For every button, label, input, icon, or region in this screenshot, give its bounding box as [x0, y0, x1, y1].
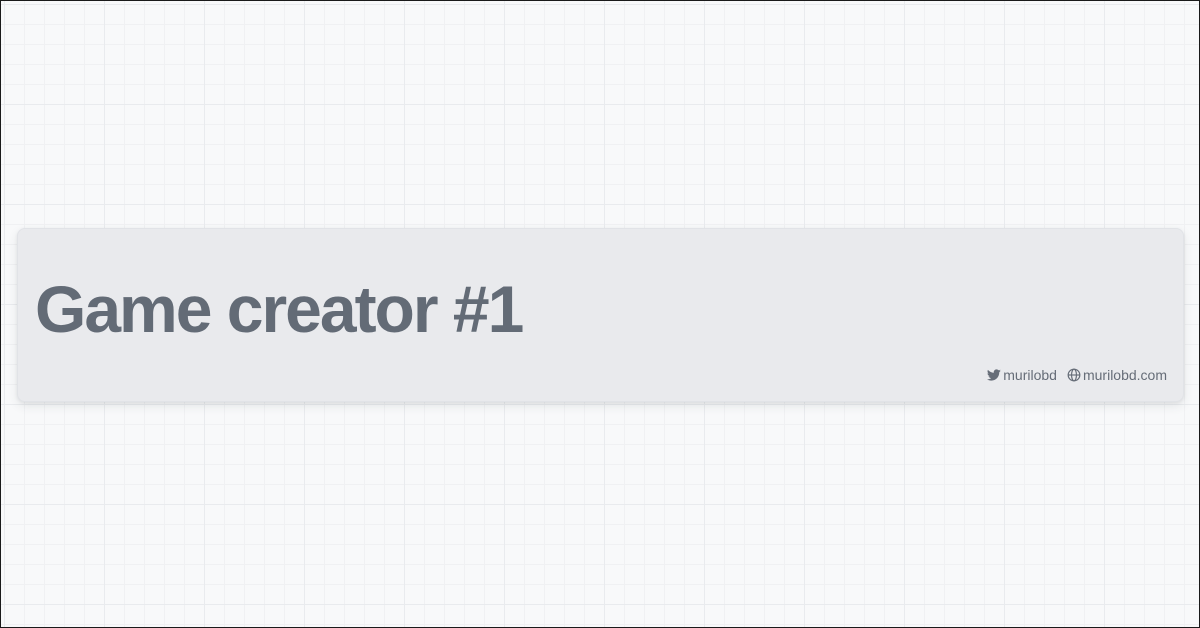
title-card: Game creator #1 murilobd murilobd.com	[17, 228, 1184, 402]
twitter-handle: murilobd	[1003, 367, 1057, 383]
twitter-link[interactable]: murilobd	[987, 367, 1057, 383]
website-link[interactable]: murilobd.com	[1067, 367, 1167, 383]
globe-icon	[1067, 368, 1081, 382]
author-links: murilobd murilobd.com	[987, 367, 1167, 383]
page: { "title": "Game creator #1", "links": {…	[0, 0, 1200, 628]
page-title: Game creator #1	[35, 272, 524, 346]
website-label: murilobd.com	[1082, 367, 1167, 383]
twitter-icon	[987, 368, 1002, 382]
